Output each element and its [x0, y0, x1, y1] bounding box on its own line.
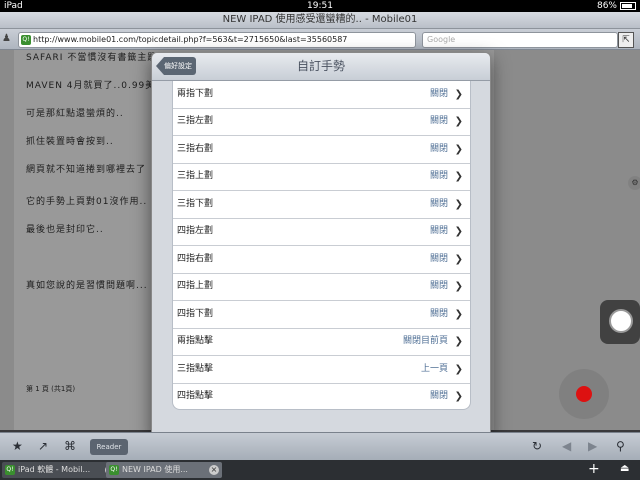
gesture-row[interactable]: 三指左劃 關閉 ❯ [173, 108, 470, 136]
reload-icon[interactable]: ↻ [532, 439, 542, 453]
url-text: http://www.mobile01.com/topicdetail.php?… [33, 35, 348, 44]
gesture-value: 關閉 [429, 116, 448, 126]
tab-favicon: Q! [109, 465, 119, 475]
chevron-right-icon: ❯ [454, 199, 463, 210]
battery-icon [620, 1, 636, 10]
tab-favicon: Q! [5, 465, 15, 475]
gesture-row[interactable]: 四指左劃 關閉 ❯ [173, 218, 470, 246]
gesture-value: 關閉 [429, 309, 448, 319]
gesture-label: 三指點擊 [177, 364, 214, 374]
gesture-label: 三指右劃 [177, 144, 214, 154]
popover-title: 自訂手勢 [296, 59, 345, 73]
chevron-right-icon: ❯ [454, 116, 463, 127]
gesture-value: 關閉 [429, 144, 448, 154]
gesture-value: 關閉 [429, 171, 448, 181]
gesture-label: 四指點擊 [177, 391, 214, 401]
gesture-settings-popover: 偏好設定 自訂手勢 兩指下劃 關閉 ❯ 三指左劃 關閉 ❯ 三指右劃 關閉 ❯ 三指上劃 關閉… [151, 52, 491, 441]
chevron-right-icon: ❯ [454, 89, 463, 100]
gesture-row[interactable]: 三指下劃 關閉 ❯ [173, 191, 470, 219]
chevron-right-icon: ❯ [454, 144, 463, 155]
window-title: NEW IPAD 使用感受還蠻糟的.. - Mobile01 [0, 12, 640, 29]
tab-title: iPad 軟體 - Mobil... [18, 465, 91, 474]
eject-icon[interactable]: ⏏ [620, 463, 629, 474]
gesture-value: 上一頁 [420, 364, 448, 374]
gesture-row[interactable]: 四指點擊 關閉 ❯ [173, 383, 470, 409]
gesture-label: 兩指點擊 [177, 336, 214, 346]
reader-button[interactable]: Reader [90, 439, 128, 455]
gesture-label: 四指上劃 [177, 281, 214, 291]
chevron-right-icon: ❯ [454, 254, 463, 265]
gesture-row[interactable]: 四指下劃 關閉 ❯ [173, 301, 470, 329]
gesture-row[interactable]: 三指點擊 上一頁 ❯ [173, 356, 470, 384]
new-tab-icon[interactable]: + [588, 461, 600, 477]
chevron-right-icon: ❯ [454, 364, 463, 375]
gesture-label: 兩指下劃 [177, 89, 214, 99]
tab-title: NEW IPAD 使用... [122, 465, 188, 474]
gesture-row[interactable]: 兩指下劃 關閉 ❯ [173, 81, 470, 109]
forward-arrow-icon[interactable]: ▶ [588, 439, 597, 453]
gesture-label: 四指下劃 [177, 309, 214, 319]
clock: 19:51 [307, 1, 333, 11]
gesture-value: 關閉 [429, 254, 448, 264]
search-input[interactable]: Google [422, 32, 618, 48]
chevron-right-icon: ❯ [454, 391, 463, 402]
gesture-label: 四指右劃 [177, 254, 214, 264]
tab[interactable]: Q! NEW IPAD 使用... × [106, 462, 222, 478]
search-icon[interactable]: ⚲ [616, 439, 625, 453]
gesture-row[interactable]: 四指上劃 關閉 ❯ [173, 273, 470, 301]
close-icon[interactable]: × [209, 465, 219, 475]
bookmark-star-icon[interactable]: ★ [12, 439, 23, 453]
tab-bar: Q!iPad 軟體 - Mobil...× Q!NEW IPAD 使用...× … [0, 460, 640, 480]
gesture-value: 關閉 [429, 391, 448, 401]
chevron-right-icon: ❯ [454, 171, 463, 182]
chevron-right-icon: ❯ [454, 336, 463, 347]
chevron-right-icon: ❯ [454, 281, 463, 292]
gesture-value: 關閉目前頁 [402, 336, 448, 346]
chevron-right-icon: ❯ [454, 226, 463, 237]
popover-nav-bar: 偏好設定 自訂手勢 [152, 53, 490, 81]
gesture-label: 三指上劃 [177, 171, 214, 181]
share-icon[interactable]: ↗ [38, 439, 48, 453]
command-icon[interactable]: ⌘ [64, 439, 76, 453]
gesture-row[interactable]: 三指上劃 關閉 ❯ [173, 163, 470, 191]
gesture-label: 三指左劃 [177, 116, 214, 126]
gesture-value: 關閉 [429, 89, 448, 99]
address-bar: ♟ Q! http://www.mobile01.com/topicdetail.… [0, 29, 640, 50]
site-favicon: Q! [21, 35, 31, 45]
fullscreen-icon[interactable]: ⇱ [618, 32, 634, 48]
gesture-value: 關閉 [429, 226, 448, 236]
gesture-value: 關閉 [429, 281, 448, 291]
gesture-row[interactable]: 四指右劃 關閉 ❯ [173, 246, 470, 274]
assistive-touch-button[interactable] [600, 300, 640, 344]
gesture-label: 三指下劃 [177, 199, 214, 209]
gesture-row[interactable]: 兩指點擊 關閉目前頁 ❯ [173, 328, 470, 356]
chevron-right-icon: ❯ [454, 309, 463, 320]
url-input[interactable]: Q! http://www.mobile01.com/topicdetail.ph… [18, 32, 416, 48]
back-arrow-icon[interactable]: ◀ [562, 439, 571, 453]
record-button[interactable] [559, 369, 609, 419]
bottom-toolbar: ★ ↗ ⌘ Reader ↻ ◀ ▶ ⚲ [0, 432, 640, 461]
tab[interactable]: Q!iPad 軟體 - Mobil...× [2, 462, 118, 478]
battery-percent: 86% [596, 1, 617, 11]
gesture-value: 關閉 [429, 199, 448, 209]
gesture-list: 兩指下劃 關閉 ❯ 三指左劃 關閉 ❯ 三指右劃 關閉 ❯ 三指上劃 關閉 ❯ 三指下劃 關閉 ❯ … [172, 81, 471, 410]
status-bar: iPad 19:51 86% [0, 0, 640, 12]
profile-icon[interactable]: ♟ [2, 33, 14, 45]
gesture-label: 四指左劃 [177, 226, 214, 236]
battery-indicator: 86% [597, 0, 636, 12]
gesture-row[interactable]: 三指右劃 關閉 ❯ [173, 136, 470, 164]
